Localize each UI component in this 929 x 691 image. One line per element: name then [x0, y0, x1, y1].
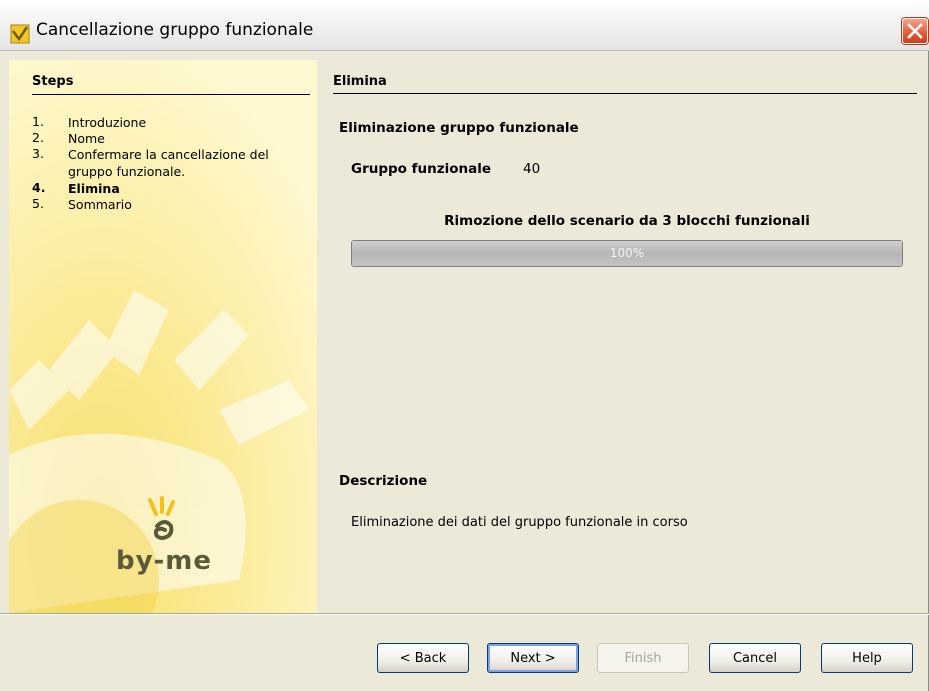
step-label: Introduzione [68, 115, 147, 130]
cancel-button[interactable]: Cancel [709, 643, 801, 673]
description-text: Eliminazione dei dati del gruppo funzion… [351, 515, 688, 530]
step-nome: 2. Nome [32, 130, 312, 146]
finish-button[interactable]: Finish [597, 643, 689, 673]
steps-heading: Steps [32, 74, 74, 89]
close-button[interactable] [902, 18, 928, 44]
step-sommario: 5. Sommario [32, 196, 312, 212]
steps-divider [32, 94, 310, 95]
section-title: Eliminazione gruppo funzionale [339, 120, 579, 136]
steps-list: 1. Introduzione 2. Nome 3. Confermare la… [32, 114, 312, 212]
main-panel: Elimina Eliminazione gruppo funzionale G… [317, 60, 921, 613]
step-number: 3. [32, 146, 44, 161]
step-label: Nome [68, 131, 105, 146]
close-icon [907, 23, 923, 39]
description-title: Descrizione [339, 473, 428, 489]
logo-hand-icon [148, 496, 175, 541]
step-introduzione: 1. Introduzione [32, 114, 312, 130]
window-title: Cancellazione gruppo funzionale [36, 20, 314, 40]
field-value-gruppo: 40 [523, 161, 541, 177]
logo-text: by-me [115, 546, 213, 576]
step-label: Confermare la cancellazione del gruppo f… [68, 147, 269, 179]
steps-sidebar: Steps 1. Introduzione 2. Nome 3. Conferm… [9, 60, 317, 613]
step-confermare: 3. Confermare la cancellazione del grupp… [32, 146, 312, 180]
back-button[interactable]: < Back [377, 643, 469, 673]
wizard-dialog: Cancellazione gruppo funzionale Steps 1.… [0, 0, 929, 691]
by-me-logo: by-me [109, 496, 219, 586]
step-label: Sommario [68, 197, 132, 212]
progress-bar: 100% [351, 240, 903, 267]
step-number: 1. [32, 114, 44, 129]
step-number: 2. [32, 130, 44, 145]
page-divider [333, 93, 917, 94]
progress-percent: 100% [609, 246, 645, 260]
progress-caption: Rimozione dello scenario da 3 blocchi fu… [444, 213, 810, 229]
step-number: 4. [32, 180, 46, 195]
help-button[interactable]: Help [821, 643, 913, 673]
next-button[interactable]: Next > [487, 643, 579, 673]
step-number: 5. [32, 196, 44, 211]
step-label: Elimina [68, 181, 120, 196]
step-elimina: 4. Elimina [32, 180, 312, 196]
field-label-gruppo: Gruppo funzionale [351, 161, 492, 177]
title-bar[interactable]: Cancellazione gruppo funzionale [0, 0, 929, 51]
page-title: Elimina [333, 74, 387, 89]
app-icon [10, 24, 30, 44]
footer-divider-highlight [0, 614, 929, 615]
